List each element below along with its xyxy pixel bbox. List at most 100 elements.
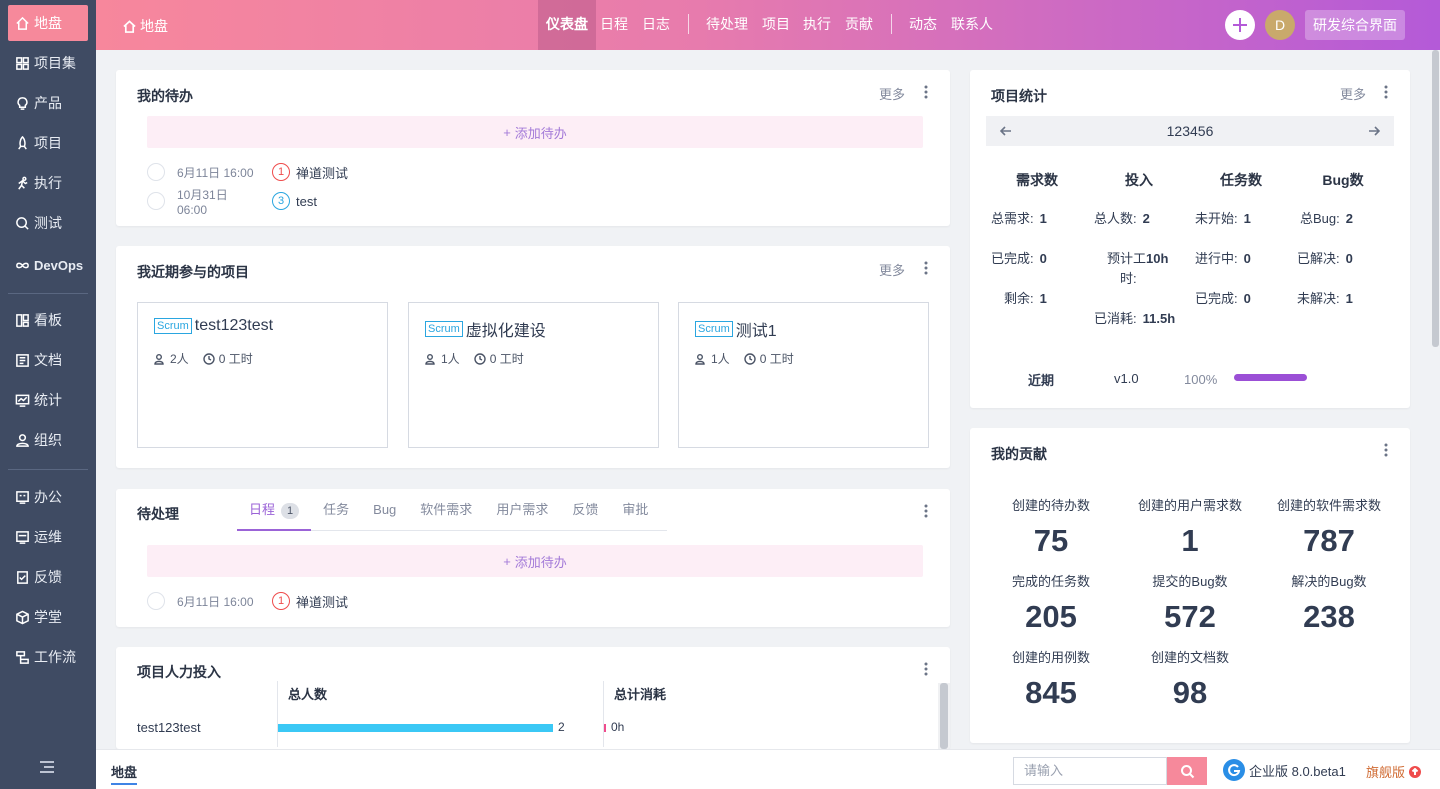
tab-execution[interactable]: 执行	[803, 0, 831, 50]
sidebar-item-project[interactable]: 项目	[8, 125, 88, 161]
tab-story[interactable]: 软件需求	[408, 499, 484, 531]
tab-feedback[interactable]: 反馈	[560, 499, 610, 531]
breadcrumb[interactable]: 地盘	[123, 16, 168, 36]
sidebar-item-home[interactable]: 地盘	[8, 5, 88, 41]
sidebar-item-devops[interactable]: DevOps	[8, 247, 88, 283]
sidebar-item-kanban[interactable]: 看板	[8, 302, 88, 338]
infinity-icon	[14, 257, 30, 273]
todo-name[interactable]: 禅道测试	[296, 163, 348, 182]
tab-approval[interactable]: 审批	[610, 499, 660, 531]
tab-dynamic[interactable]: 动态	[909, 0, 937, 50]
sidebar-item-execution[interactable]: 执行	[8, 165, 88, 201]
arrow-right-icon[interactable]	[1368, 125, 1380, 137]
project-card[interactable]: Scrum 虚拟化建设 1人 0 工时	[408, 302, 659, 448]
project-card[interactable]: Scrum 测试1 1人 0 工时	[678, 302, 929, 448]
chart-icon	[14, 392, 30, 408]
tab-pending[interactable]: 待处理	[706, 0, 748, 50]
stat-label: 总人数:	[1094, 211, 1137, 226]
page-scrollbar[interactable]	[1430, 50, 1440, 749]
search-input[interactable]: 请输入	[1013, 757, 1167, 785]
scrollbar-thumb[interactable]	[1432, 50, 1439, 347]
edition-info[interactable]: 企业版 8.0.beta1	[1223, 759, 1346, 781]
contrib-label: 创建的用户需求数	[1137, 498, 1242, 513]
bottom-home-tab[interactable]: 地盘	[111, 762, 138, 785]
stat-task-doing: 进行中: 0	[1195, 248, 1251, 267]
sidebar-item-feedback[interactable]: 反馈	[8, 559, 88, 595]
tab-contacts[interactable]: 联系人	[951, 0, 993, 50]
home-icon	[123, 19, 136, 33]
avatar[interactable]: D	[1265, 10, 1295, 40]
flagship-upgrade-link[interactable]: 旗舰版	[1366, 762, 1422, 781]
stat-value: 0	[1243, 251, 1251, 266]
contrib-label: 创建的软件需求数	[1276, 498, 1381, 513]
arrow-left-icon[interactable]	[1000, 125, 1012, 137]
tab-dashboard[interactable]: 仪表盘	[538, 0, 596, 50]
sidebar-item-ops[interactable]: 运维	[8, 519, 88, 555]
more-menu-icon[interactable]	[1384, 443, 1388, 457]
collapse-menu-icon[interactable]	[38, 758, 58, 776]
project-name[interactable]: test123test	[195, 317, 273, 335]
todo-checkbox[interactable]	[147, 592, 165, 610]
add-todo-button[interactable]: + 添加待办	[147, 116, 923, 148]
manpower-project-name: test123test	[137, 720, 201, 735]
tab-log[interactable]: 日志	[642, 0, 670, 50]
stat-invest-estimate-suffix: 时:	[1120, 271, 1137, 286]
todo-name[interactable]: test	[296, 194, 317, 209]
tab-calendar[interactable]: 日程	[600, 0, 628, 50]
stats-more-link[interactable]: 更多	[1340, 84, 1366, 103]
sidebar-item-org[interactable]: 组织	[8, 422, 88, 458]
sidebar-item-label: 办公	[34, 489, 62, 505]
todo-checkbox[interactable]	[147, 163, 165, 181]
todo-item[interactable]: 10月31日 06:00 3 test	[147, 188, 317, 217]
search-button[interactable]	[1167, 757, 1207, 785]
app-switch-button[interactable]: 研发综合界面	[1305, 10, 1405, 40]
document-icon	[14, 352, 30, 368]
tab-task[interactable]: 任务	[311, 499, 361, 531]
search-icon	[1180, 764, 1194, 778]
tab-bug[interactable]: Bug	[361, 499, 408, 531]
sidebar-item-workflow[interactable]: 工作流	[8, 639, 88, 675]
sidebar-item-product[interactable]: 产品	[8, 85, 88, 121]
more-menu-icon[interactable]	[924, 504, 928, 518]
tab-calendar[interactable]: 日程 1	[237, 499, 312, 531]
contrib-value: 572	[1164, 599, 1216, 634]
project-name[interactable]: 测试1	[736, 317, 777, 341]
stat-value: 1	[1345, 291, 1353, 306]
sidebar-item-label: DevOps	[34, 257, 84, 273]
create-button[interactable]	[1225, 10, 1255, 40]
column-divider	[603, 681, 604, 747]
more-menu-icon[interactable]	[924, 85, 928, 99]
sidebar-item-school[interactable]: 学堂	[8, 599, 88, 635]
count-badge: 1	[281, 503, 300, 519]
sidebar-item-office[interactable]: 办公	[8, 479, 88, 515]
project-card[interactable]: Scrum test123test 2人 0 工时	[137, 302, 388, 448]
sidebar-item-doc[interactable]: 文档	[8, 342, 88, 378]
sidebar-item-stats[interactable]: 统计	[8, 382, 88, 418]
todo-name[interactable]: 禅道测试	[296, 592, 348, 611]
more-menu-icon[interactable]	[924, 662, 928, 676]
workflow-icon	[14, 649, 30, 665]
manpower-panel-title: 项目人力投入	[137, 664, 221, 680]
sidebar-item-test[interactable]: 测试	[8, 205, 88, 241]
zentao-logo-icon	[1223, 759, 1245, 781]
more-menu-icon[interactable]	[924, 261, 928, 275]
projects-more-link[interactable]: 更多	[879, 260, 905, 279]
panel-scrollbar[interactable]	[938, 683, 950, 749]
stat-label: 未开始:	[1195, 211, 1238, 226]
contrib-value: 787	[1303, 523, 1355, 558]
contribution-panel: 我的贡献 创建的待办数 75 创建的用户需求数 1 创建的软件需求数 787 完…	[970, 428, 1410, 743]
project-name[interactable]: 虚拟化建设	[466, 317, 546, 341]
todo-item[interactable]: 6月11日 16:00 1 禅道测试	[147, 591, 348, 611]
todo-more-link[interactable]: 更多	[879, 84, 905, 103]
todo-checkbox[interactable]	[147, 192, 165, 210]
more-menu-icon[interactable]	[1384, 85, 1388, 99]
todo-item[interactable]: 6月11日 16:00 1 禅道测试	[147, 162, 348, 182]
stat-label: 未解决:	[1297, 291, 1340, 306]
tab-requirement[interactable]: 用户需求	[484, 499, 560, 531]
stat-label: 预计工	[1107, 251, 1147, 266]
add-todo-button[interactable]: + 添加待办	[147, 545, 923, 577]
tab-project[interactable]: 项目	[762, 0, 790, 50]
sidebar-item-program[interactable]: 项目集	[8, 45, 88, 81]
tab-contribution[interactable]: 贡献	[845, 0, 873, 50]
stats-project-name: 123456	[1166, 123, 1214, 139]
